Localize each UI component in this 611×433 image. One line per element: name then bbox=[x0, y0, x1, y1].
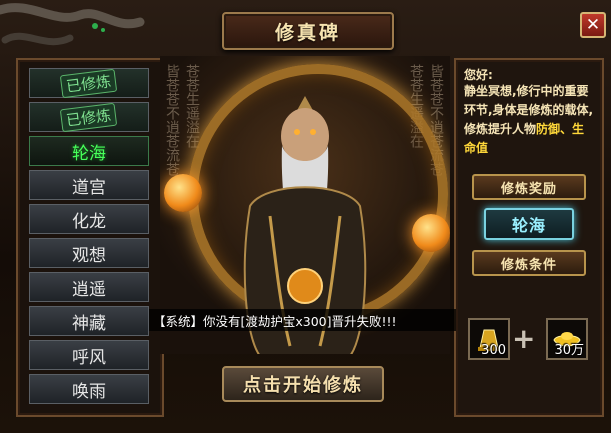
realm-label: 逍遥 bbox=[72, 279, 106, 300]
realm-label: 观想 bbox=[72, 245, 106, 266]
realm-item-hualong[interactable]: 化龙 bbox=[29, 204, 149, 234]
realm-label: 化龙 bbox=[72, 211, 106, 232]
description-subject: 人物 bbox=[512, 122, 537, 136]
info-panel: 您好: 静坐冥想,修行中的重要环节,身体是修炼的载体,修炼提升人物防御、生命值 … bbox=[454, 58, 604, 417]
realm-label: 唤雨 bbox=[72, 381, 106, 402]
realm-item-1[interactable]: 已修炼 bbox=[29, 68, 149, 98]
background-scroll-text: 皆苍苍不逍苍流苍 bbox=[164, 64, 180, 176]
realm-label: 神藏 bbox=[72, 313, 106, 334]
realm-list: 已修炼 已修炼 轮海 道宫 化龙 观想 逍遥 神藏 呼风 唤雨 bbox=[16, 58, 164, 417]
fire-orb-left bbox=[164, 174, 202, 212]
start-cultivation-button[interactable]: 点击开始修炼 bbox=[222, 366, 384, 402]
current-realm-button[interactable]: 轮海 bbox=[484, 208, 574, 240]
realm-item-shenzang[interactable]: 神藏 bbox=[29, 306, 149, 336]
realm-item-huanyu[interactable]: 唤雨 bbox=[29, 374, 149, 404]
cultivation-conditions-button[interactable]: 修炼条件 bbox=[472, 250, 586, 276]
item-slot-1[interactable]: 300 bbox=[468, 318, 510, 360]
window-title-plate: 修真碑 bbox=[222, 12, 394, 50]
realm-item-guanxiang[interactable]: 观想 bbox=[29, 238, 149, 268]
realm-item-hufeng[interactable]: 呼风 bbox=[29, 340, 149, 370]
realm-item-lunhai[interactable]: 轮海 bbox=[29, 136, 149, 166]
window-title: 修真碑 bbox=[274, 21, 341, 44]
completed-stamp: 已修炼 bbox=[60, 68, 118, 98]
plus-icon: + bbox=[512, 322, 536, 355]
realm-label: 轮海 bbox=[72, 143, 106, 164]
close-button[interactable]: ✕ bbox=[580, 12, 606, 38]
description-text: 静坐冥想,修行中的重要环节,身体是修炼的载体,修炼提升人物防御、生命值 bbox=[464, 82, 596, 158]
item-slot-2[interactable]: 30万 bbox=[546, 318, 588, 360]
completed-stamp: 已修炼 bbox=[60, 102, 118, 132]
window-frame: 修真碑 ✕ 已修炼 已修炼 轮海 道宫 化龙 观想 逍遥 神藏 呼风 唤雨 皆苍… bbox=[0, 0, 611, 433]
fire-orb-right bbox=[412, 214, 450, 252]
realm-item-xiaoyao[interactable]: 逍遥 bbox=[29, 272, 149, 302]
system-notice: 【系统】你没有[渡劫护宝x300]晋升失败!!! bbox=[149, 309, 456, 331]
item-2-count: 30万 bbox=[554, 343, 584, 358]
cultivation-reward-button[interactable]: 修炼奖励 bbox=[472, 174, 586, 200]
background-scroll-text: 苍苍生遥溢在 bbox=[184, 64, 200, 148]
realm-item-2[interactable]: 已修炼 bbox=[29, 102, 149, 132]
realm-item-daogong[interactable]: 道宫 bbox=[29, 170, 149, 200]
item-1-count: 300 bbox=[481, 343, 506, 358]
realm-label: 呼风 bbox=[72, 347, 106, 368]
greeting-text: 您好: bbox=[464, 68, 493, 82]
realm-label: 道宫 bbox=[72, 177, 106, 198]
